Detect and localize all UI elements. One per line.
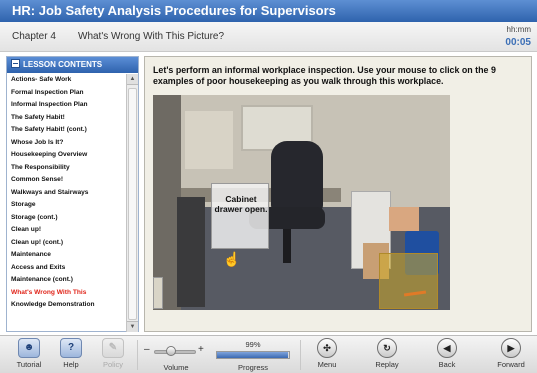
sidebar-item[interactable]: Walkways and Stairways	[7, 187, 126, 200]
hotspot-label: Cabinet drawer open.	[214, 194, 268, 214]
sidebar-item[interactable]: Access and Exits	[7, 262, 126, 275]
scene-chair-back	[271, 141, 323, 213]
instruction-text: Let's perform an informal workplace insp…	[153, 65, 496, 86]
progress-percent: 99%	[245, 340, 261, 349]
hotspot-cabinet-drawer[interactable]: Cabinet drawer open.	[211, 183, 269, 249]
volume-minus-icon[interactable]: –	[144, 344, 150, 355]
sidebar-item[interactable]: The Safety Habit! (cont.)	[7, 124, 126, 137]
back-label: Back	[438, 360, 456, 369]
chapter-title: What's Wrong With This Picture?	[78, 31, 225, 42]
progress-track	[216, 351, 290, 359]
volume-knob[interactable]	[166, 346, 176, 356]
back-button[interactable]: ◀ Back	[432, 338, 462, 372]
help-button[interactable]: ? Help	[56, 338, 86, 372]
policy-label: Policy	[102, 360, 123, 369]
replay-label: Replay	[375, 360, 399, 369]
sidebar-item[interactable]: Maintenance	[7, 249, 126, 262]
scene-papers	[185, 111, 233, 169]
volume-label: Volume	[163, 363, 189, 372]
volume-plus-icon[interactable]: +	[198, 344, 204, 355]
sidebar-item[interactable]: Clean up!	[7, 224, 126, 237]
sidebar-item[interactable]: Knowledge Demonstration	[7, 299, 126, 312]
progress-fill	[217, 352, 289, 358]
cord-icon	[403, 290, 427, 297]
workplace-image[interactable]: Cabinet drawer open. ☝	[153, 95, 450, 310]
window-title: HR: Job Safety Analysis Procedures for S…	[0, 0, 537, 22]
help-label: Help	[63, 360, 79, 369]
progress-indicator: 99% Progress	[216, 340, 290, 372]
lesson-contents-title: LESSON CONTENTS	[23, 60, 103, 69]
forward-button[interactable]: ▶ Forward	[492, 338, 530, 372]
help-icon: ?	[60, 338, 82, 358]
sidebar-item[interactable]: Common Sense!	[7, 174, 126, 187]
toolbar-divider	[137, 340, 138, 370]
toolbar-divider	[300, 340, 301, 370]
tutorial-label: Tutorial	[16, 360, 42, 369]
sidebar-item[interactable]: Actions- Safe Work	[7, 74, 126, 87]
forward-label: Forward	[497, 360, 525, 369]
forward-arrow-icon: ▶	[501, 338, 521, 358]
sidebar-item[interactable]: Maintenance (cont.)	[7, 274, 126, 287]
policy-icon: ✎	[102, 338, 124, 358]
sidebar-item[interactable]: Whose Job Is It?	[7, 137, 126, 150]
back-arrow-icon: ◀	[437, 338, 457, 358]
chapter-number: Chapter 4	[12, 31, 56, 42]
sidebar-item[interactable]: Storage	[7, 199, 126, 212]
image-side-tab[interactable]	[153, 277, 163, 309]
timer-value: 00:05	[505, 37, 531, 48]
sidebar-item[interactable]: Informal Inspection Plan	[7, 99, 126, 112]
app-window: HR: Job Safety Analysis Procedures for S…	[0, 0, 537, 373]
sidebar-item[interactable]: The Safety Habit!	[7, 112, 126, 125]
hand-cursor-icon: ☝	[223, 251, 241, 267]
replay-icon: ↻	[377, 338, 397, 358]
collapse-icon[interactable]	[11, 59, 20, 68]
sidebar-item[interactable]: Storage (cont.)	[7, 212, 126, 225]
menu-button[interactable]: ✣ Menu	[312, 338, 342, 372]
tutorial-icon: ☻	[18, 338, 40, 358]
tutorial-button[interactable]: ☻ Tutorial	[14, 338, 44, 372]
scroll-up-icon[interactable]: ▲	[127, 74, 138, 85]
bottom-toolbar: ☻ Tutorial ? Help ✎ Policy – + Volume 99…	[0, 335, 537, 373]
menu-icon: ✣	[317, 338, 337, 358]
sidebar-item[interactable]: Clean up! (cont.)	[7, 237, 126, 250]
lesson-list: Actions- Safe Work Formal Inspection Plan…	[7, 74, 126, 332]
policy-button[interactable]: ✎ Policy	[98, 338, 128, 372]
scene-boxes	[389, 207, 419, 231]
lesson-list-scrollbar[interactable]: ▲ ▼	[126, 74, 138, 332]
scene-cabinet	[177, 197, 205, 307]
scene-chair-base	[283, 229, 291, 263]
progress-label: Progress	[237, 363, 268, 372]
sidebar-item[interactable]: The Responsibility	[7, 162, 126, 175]
sidebar-item[interactable]: Formal Inspection Plan	[7, 87, 126, 100]
chapter-bar: Chapter 4 What's Wrong With This Picture…	[0, 22, 537, 52]
scroll-down-icon[interactable]: ▼	[127, 321, 138, 332]
lesson-content: Let's perform an informal workplace insp…	[144, 56, 532, 332]
menu-label: Menu	[317, 360, 337, 369]
scroll-thumb[interactable]	[128, 88, 137, 320]
sidebar-item[interactable]: Housekeeping Overview	[7, 149, 126, 162]
lesson-contents-header[interactable]: LESSON CONTENTS	[7, 57, 138, 73]
hotspot-floor-cord[interactable]	[379, 253, 438, 309]
sidebar-item[interactable]: What's Wrong With This	[7, 287, 126, 300]
lesson-contents-panel: LESSON CONTENTS Actions- Safe Work Formal…	[6, 56, 139, 332]
replay-button[interactable]: ↻ Replay	[370, 338, 404, 372]
volume-control[interactable]: – + Volume	[144, 340, 208, 372]
timer-label: hh:mm	[506, 25, 531, 34]
